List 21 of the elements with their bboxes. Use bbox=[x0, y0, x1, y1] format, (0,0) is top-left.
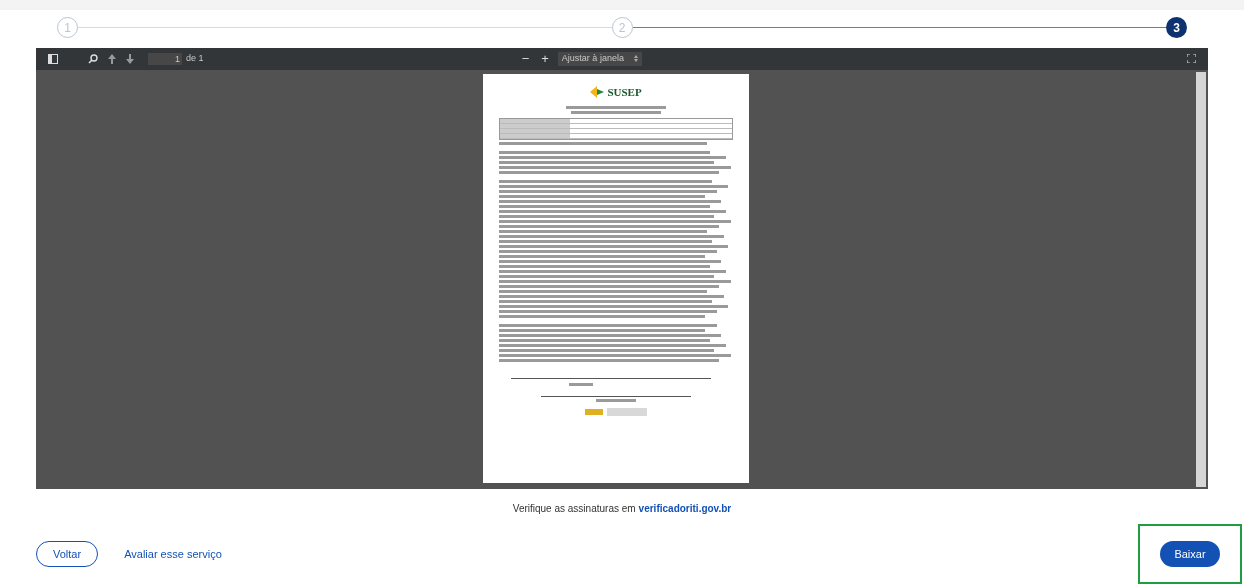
logo-icon bbox=[590, 85, 605, 98]
zoom-select[interactable]: Ajustar à janela bbox=[557, 51, 642, 66]
scrollbar[interactable] bbox=[1196, 71, 1206, 487]
verify-text: Verifique as assinaturas em bbox=[512, 502, 636, 516]
sidebar-icon[interactable] bbox=[48, 53, 58, 64]
arrow-down-icon[interactable] bbox=[126, 53, 134, 64]
chevron-icon bbox=[633, 55, 638, 63]
fullscreen-icon[interactable] bbox=[1187, 54, 1196, 64]
arrow-up-icon[interactable] bbox=[108, 53, 116, 64]
search-icon[interactable] bbox=[88, 53, 98, 64]
page-total: de 1 bbox=[186, 51, 204, 65]
zoom-out-button[interactable]: − bbox=[518, 48, 533, 69]
rate-service-link[interactable]: Avaliar esse serviço bbox=[124, 545, 222, 563]
page-number-field[interactable]: 1 bbox=[148, 52, 182, 65]
step-indicator: 3 bbox=[1166, 17, 1187, 39]
verify-link[interactable]: verificadoriti.gov.br bbox=[638, 501, 732, 516]
step-indicator: 1 bbox=[57, 17, 78, 39]
logo-text: SUSEP bbox=[607, 84, 642, 100]
zoom-in-button[interactable]: + bbox=[538, 48, 552, 69]
step-indicator: 2 bbox=[611, 17, 633, 39]
download-button[interactable]: Baixar bbox=[1160, 541, 1220, 567]
